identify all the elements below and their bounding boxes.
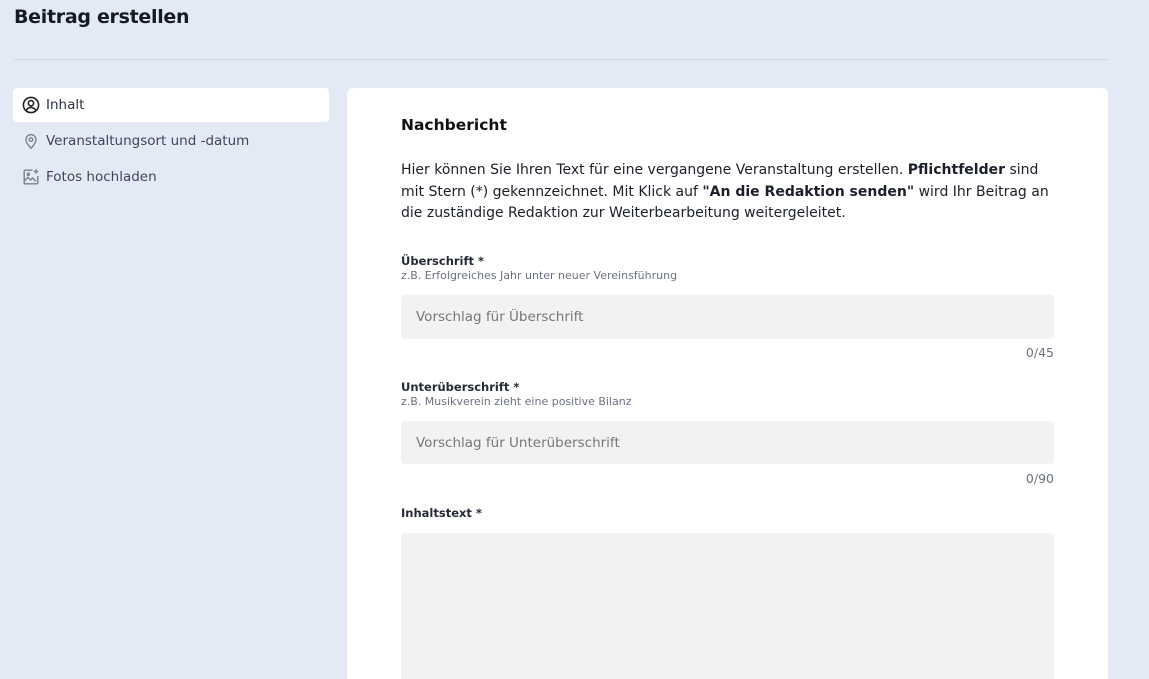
subheadline-hint: z.B. Musikverein zieht eine positive Bil… — [401, 395, 632, 408]
sidebar-item-inhalt[interactable]: Inhalt — [13, 88, 329, 122]
content-card: Nachbericht Hier können Sie Ihren Text f… — [347, 88, 1108, 679]
intro-text-part: Hier können Sie Ihren Text für eine verg… — [401, 162, 908, 178]
intro-text-bold: "An die Redaktion senden" — [702, 183, 915, 200]
page-title: Beitrag erstellen — [14, 6, 190, 28]
location-pin-icon — [22, 132, 40, 150]
sidebar: Inhalt Veranstaltungsort und -datum Foto… — [13, 88, 329, 196]
subheadline-label: Unterüberschrift * — [401, 380, 520, 394]
sidebar-item-veranstaltungsort[interactable]: Veranstaltungsort und -datum — [13, 124, 329, 158]
headline-label: Überschrift * — [401, 254, 485, 268]
sidebar-item-label: Veranstaltungsort und -datum — [46, 133, 250, 149]
subheadline-char-counter: 0/90 — [1025, 471, 1054, 486]
subheadline-input[interactable] — [401, 421, 1054, 464]
image-add-icon — [22, 168, 40, 186]
headline-input[interactable] — [401, 295, 1054, 339]
sidebar-item-label: Inhalt — [46, 97, 85, 113]
sidebar-item-label: Fotos hochladen — [46, 169, 157, 185]
page: Beitrag erstellen Inhalt Veranstaltungso… — [0, 0, 1149, 679]
section-title: Nachbericht — [401, 116, 507, 134]
header-divider — [14, 59, 1108, 60]
user-circle-icon — [22, 96, 40, 114]
sidebar-item-fotos[interactable]: Fotos hochladen — [13, 160, 329, 194]
body-text-label: Inhaltstext * — [401, 506, 482, 520]
headline-char-counter: 0/45 — [1025, 345, 1054, 360]
headline-hint: z.B. Erfolgreiches Jahr unter neuer Vere… — [401, 269, 678, 282]
intro-text: Hier können Sie Ihren Text für eine verg… — [401, 160, 1054, 225]
intro-text-bold: Pflichtfelder — [907, 162, 1005, 178]
body-text-area[interactable] — [401, 533, 1054, 679]
